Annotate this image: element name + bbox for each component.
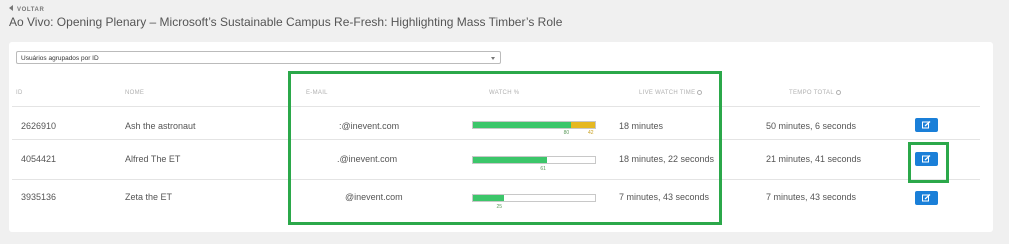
highlight-box-columns — [288, 71, 722, 225]
group-by-select[interactable]: Usuários agrupados por ID — [16, 51, 501, 64]
info-icon — [835, 90, 841, 95]
chevron-down-icon — [491, 57, 495, 60]
column-header-total-time-label: TEMPO TOTAL — [789, 90, 834, 96]
row-2-id: 4054421 — [21, 154, 57, 164]
row-3-edit-button[interactable] — [915, 191, 938, 205]
column-header-id[interactable]: ID — [16, 90, 23, 96]
group-by-select-value: Usuários agrupados por ID — [21, 55, 99, 62]
edit-icon — [922, 121, 931, 129]
column-header-total-time[interactable]: TEMPO TOTAL — [789, 90, 841, 96]
back-link[interactable]: VOLTAR — [9, 5, 44, 13]
page-title: Ao Vivo: Opening Plenary – Microsoft’s S… — [9, 15, 563, 29]
caret-left-icon — [9, 5, 13, 11]
row-1-total-time: 50 minutes, 6 seconds — [766, 121, 857, 131]
row-2-name: Alfred The ET — [125, 154, 181, 164]
row-3-name: Zeta the ET — [125, 192, 173, 202]
highlight-box-edit-button — [908, 142, 949, 183]
row-3-id: 3935136 — [21, 192, 57, 202]
row-3-total-time: 7 minutes, 43 seconds — [766, 192, 857, 202]
back-label: VOLTAR — [17, 7, 45, 13]
edit-icon — [922, 194, 931, 202]
row-1-edit-button[interactable] — [915, 118, 938, 132]
row-2-total-time: 21 minutes, 41 seconds — [766, 154, 862, 164]
column-header-name[interactable]: NOME — [125, 90, 144, 96]
row-1-id: 2626910 — [21, 121, 57, 131]
row-1-name: Ash the astronaut — [125, 121, 196, 131]
